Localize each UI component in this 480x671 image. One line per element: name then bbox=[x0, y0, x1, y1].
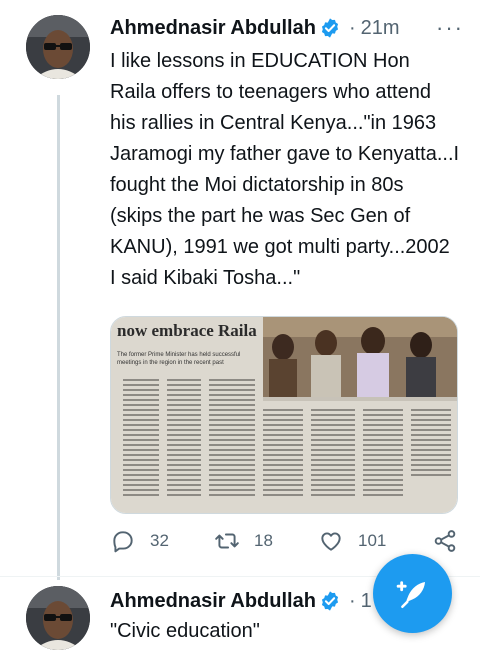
more-dots-icon[interactable]: ··· bbox=[436, 15, 464, 41]
reply-count: 32 bbox=[150, 531, 169, 550]
retweet-icon bbox=[215, 533, 239, 549]
thread-connector-line bbox=[57, 95, 60, 580]
reply-icon bbox=[113, 531, 133, 553]
separator-dot: · bbox=[348, 589, 356, 612]
tweet-text: I like lessons in EDUCATION Hon Raila of… bbox=[110, 50, 465, 289]
tweet-text: "Civic education" bbox=[110, 620, 260, 642]
reply-button[interactable]: 32 bbox=[110, 528, 169, 554]
like-button[interactable]: 101 bbox=[318, 528, 386, 554]
timestamp[interactable]: 21m bbox=[361, 17, 400, 40]
verified-badge-icon bbox=[321, 591, 339, 611]
tweet-image[interactable]: now embrace Raila The former Prime Minis… bbox=[110, 316, 458, 514]
media-subhead: The former Prime Minister has held succe… bbox=[117, 352, 241, 366]
like-count: 101 bbox=[358, 531, 387, 550]
timestamp[interactable]: 1 bbox=[361, 590, 372, 613]
share-button[interactable] bbox=[432, 528, 458, 554]
avatar[interactable] bbox=[26, 15, 90, 79]
author-name[interactable]: Ahmednasir Abdullah bbox=[110, 17, 316, 40]
share-icon bbox=[434, 530, 456, 552]
separator-dot: · bbox=[348, 16, 356, 39]
retweet-count: 18 bbox=[254, 531, 273, 550]
verified-badge-icon bbox=[321, 18, 339, 38]
media-headline: now embrace Raila bbox=[117, 321, 257, 340]
compose-tweet-button[interactable] bbox=[373, 554, 452, 633]
avatar[interactable] bbox=[26, 586, 90, 650]
compose-icon bbox=[396, 580, 425, 608]
retweet-button[interactable]: 18 bbox=[214, 528, 273, 554]
author-name[interactable]: Ahmednasir Abdullah bbox=[110, 590, 316, 613]
heart-icon bbox=[321, 532, 341, 551]
tweet-actions: 32 18 101 bbox=[110, 526, 460, 558]
tweet-header: Ahmednasir Abdullah · 21m ··· bbox=[110, 13, 464, 43]
